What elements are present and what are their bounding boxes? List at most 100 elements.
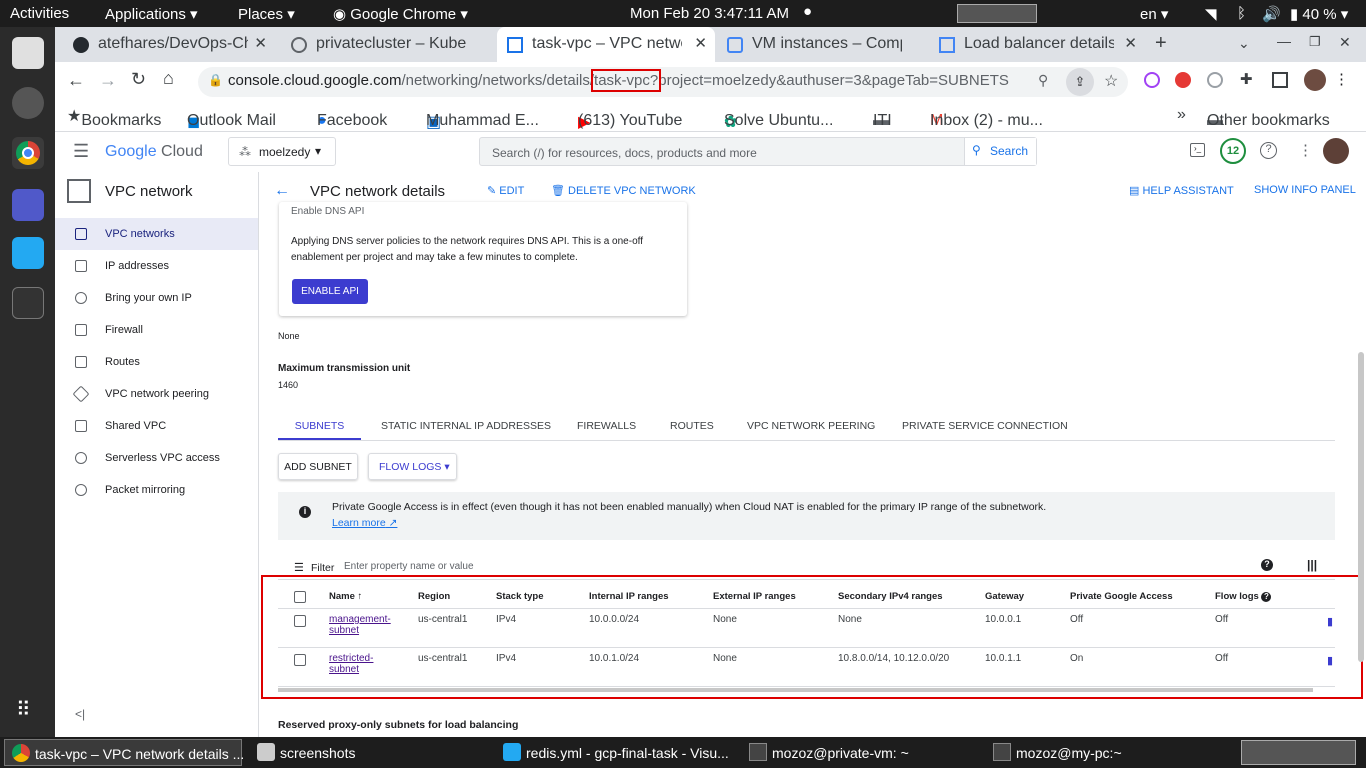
window-close-icon[interactable]: ✕ bbox=[1339, 34, 1351, 51]
close-icon[interactable]: ✕ bbox=[694, 34, 707, 52]
terminal-icon[interactable] bbox=[12, 287, 44, 319]
row-checkbox[interactable] bbox=[294, 654, 306, 666]
address-bar[interactable]: 🔒 console.cloud.google.com/networking/ne… bbox=[198, 67, 1128, 97]
taskbar-item-terminal-pc[interactable]: mozoz@my-pc:~ bbox=[986, 739, 1224, 766]
tab-load-balancer[interactable]: Load balancer details ✕ bbox=[929, 27, 1145, 62]
nav-item-peering[interactable]: VPC network peering bbox=[55, 378, 258, 410]
edit-button[interactable]: ✎ EDIT bbox=[487, 184, 524, 197]
enable-api-button[interactable]: ENABLE API bbox=[292, 279, 368, 304]
tab-search-icon[interactable]: ⌄ bbox=[1238, 35, 1250, 52]
delete-row-icon[interactable]: ▮ bbox=[1327, 615, 1333, 628]
places-menu[interactable]: Places ▾ bbox=[238, 5, 295, 23]
tab-routes[interactable]: ROUTES bbox=[670, 420, 714, 432]
minimize-icon[interactable]: — bbox=[1277, 33, 1291, 49]
teams-icon[interactable] bbox=[12, 189, 44, 221]
home-icon[interactable]: ⌂ bbox=[163, 68, 174, 89]
bookmark-manager[interactable]: ★ Bookmarks bbox=[67, 106, 161, 129]
subnet-name-link[interactable]: restricted-subnet bbox=[329, 653, 373, 675]
nav-item-serverless-vpc[interactable]: Serverless VPC access bbox=[55, 442, 258, 474]
show-apps-icon[interactable]: ⠿ bbox=[16, 697, 31, 722]
nav-item-firewall[interactable]: Firewall bbox=[55, 314, 258, 346]
hamburger-icon[interactable]: ☰ bbox=[73, 141, 89, 162]
taskbar-item-chrome[interactable]: task-vpc – VPC network details ... bbox=[4, 739, 244, 766]
help-assistant-button[interactable]: ▤ HELP ASSISTANT bbox=[1129, 184, 1234, 197]
delete-vpc-button[interactable]: 🗑 DELETE VPC NETWORK bbox=[551, 184, 696, 197]
col-secondary-ranges[interactable]: Secondary IPv4 ranges bbox=[838, 591, 943, 602]
flow-logs-dropdown[interactable]: FLOW LOGS ▾ bbox=[368, 453, 457, 480]
learn-more-link[interactable]: Learn more ↗ bbox=[332, 517, 397, 529]
chrome-icon[interactable] bbox=[12, 137, 44, 169]
nav-item-routes[interactable]: Routes bbox=[55, 346, 258, 378]
taskbar-item-files[interactable]: screenshots bbox=[250, 739, 488, 766]
bookmark-star-icon[interactable]: ☆ bbox=[1104, 71, 1118, 91]
tab-vpc-peering[interactable]: VPC NETWORK PEERING bbox=[747, 420, 875, 432]
add-subnet-button[interactable]: ADD SUBNET bbox=[278, 453, 358, 480]
applications-menu[interactable]: Applications ▾ bbox=[105, 5, 198, 23]
workspace-switcher[interactable] bbox=[957, 4, 1037, 23]
files-icon[interactable] bbox=[12, 37, 44, 69]
battery-indicator[interactable]: ▮ 40 % ▾ bbox=[1290, 5, 1348, 23]
maximize-icon[interactable]: ❐ bbox=[1309, 34, 1321, 50]
nav-item-byoip[interactable]: Bring your own IP bbox=[55, 282, 258, 314]
user-avatar[interactable] bbox=[1323, 138, 1349, 164]
tab-vm-instances[interactable]: VM instances – Comp bbox=[717, 27, 927, 62]
forward-icon[interactable]: → bbox=[99, 70, 117, 91]
extension-icon[interactable] bbox=[1144, 72, 1160, 88]
active-app-menu[interactable]: ◉ Google Chrome ▾ bbox=[333, 5, 468, 23]
row-checkbox[interactable] bbox=[294, 615, 306, 627]
column-display-icon[interactable]: ||| bbox=[1307, 558, 1317, 572]
globe-icon[interactable] bbox=[1207, 72, 1223, 88]
vscode-icon[interactable] bbox=[12, 237, 44, 269]
close-icon[interactable]: ✕ bbox=[1124, 34, 1137, 52]
clock[interactable]: Mon Feb 20 3:47:11 AM bbox=[630, 5, 789, 22]
zoom-icon[interactable]: ⚲ bbox=[1038, 72, 1048, 89]
notifications-badge[interactable]: 12 bbox=[1220, 138, 1246, 164]
help-icon[interactable]: ? bbox=[1261, 559, 1273, 571]
col-flow-logs[interactable]: Flow logs ? bbox=[1215, 591, 1272, 602]
col-external-ip[interactable]: External IP ranges bbox=[713, 591, 796, 602]
gc-search-bar[interactable]: Search (/) for resources, docs, products… bbox=[479, 137, 1037, 166]
nav-item-vpc-networks[interactable]: VPC networks bbox=[55, 218, 258, 250]
tab-firewalls[interactable]: FIREWALLS bbox=[577, 420, 636, 432]
back-arrow-icon[interactable]: ← bbox=[274, 182, 290, 200]
col-region[interactable]: Region bbox=[418, 591, 450, 602]
search-button[interactable]: ⚲ Search bbox=[964, 138, 1036, 165]
sidepanel-icon[interactable] bbox=[1272, 72, 1288, 88]
puzzle-icon[interactable]: ✚ bbox=[1240, 70, 1253, 88]
tab-privatecluster[interactable]: privatecluster – Kube bbox=[281, 27, 493, 62]
more-menu-icon[interactable]: ⋮ bbox=[1298, 141, 1313, 159]
project-selector[interactable]: ⁂ moelzedy ▾ bbox=[228, 137, 336, 166]
bookmarks-overflow[interactable]: » bbox=[1177, 106, 1186, 124]
col-name[interactable]: Name ↑ bbox=[329, 591, 362, 602]
filter-input[interactable]: Enter property name or value bbox=[344, 561, 474, 572]
nav-item-shared-vpc[interactable]: Shared VPC bbox=[55, 410, 258, 442]
help-icon[interactable]: ? bbox=[1260, 142, 1277, 159]
close-icon[interactable]: ✕ bbox=[254, 34, 267, 52]
activities-button[interactable]: Activities bbox=[10, 5, 69, 22]
tab-subnets[interactable]: SUBNETS bbox=[278, 407, 361, 440]
subnet-name-link[interactable]: management-subnet bbox=[329, 614, 391, 636]
tab-private-service-connection[interactable]: PRIVATE SERVICE CONNECTION bbox=[902, 420, 1068, 432]
collapse-nav-icon[interactable]: <| bbox=[75, 707, 85, 721]
delete-row-icon[interactable]: ▮ bbox=[1327, 654, 1333, 667]
taskbar-item-terminal-vm[interactable]: mozoz@private-vm: ~ bbox=[742, 739, 980, 766]
select-all-checkbox[interactable] bbox=[294, 591, 306, 603]
settings-icon[interactable] bbox=[12, 87, 44, 119]
tab-static-ips[interactable]: STATIC INTERNAL IP ADDRESSES bbox=[381, 420, 551, 432]
page-scrollbar[interactable] bbox=[1358, 352, 1364, 662]
new-tab-icon[interactable]: + bbox=[1155, 32, 1167, 55]
col-private-google-access[interactable]: Private Google Access bbox=[1070, 591, 1173, 602]
nav-item-packet-mirroring[interactable]: Packet mirroring bbox=[55, 474, 258, 506]
workspace-switcher[interactable] bbox=[1241, 740, 1356, 765]
col-gateway[interactable]: Gateway bbox=[985, 591, 1024, 602]
adblock-icon[interactable] bbox=[1175, 72, 1191, 88]
cloud-shell-icon[interactable]: ›_ bbox=[1190, 143, 1205, 157]
reload-icon[interactable]: ↻ bbox=[131, 69, 146, 90]
nav-item-ip-addresses[interactable]: IP addresses bbox=[55, 250, 258, 282]
back-icon[interactable]: ← bbox=[67, 70, 85, 91]
language-indicator[interactable]: en ▾ bbox=[1140, 5, 1168, 23]
show-info-panel-button[interactable]: SHOW INFO PANEL bbox=[1254, 184, 1356, 196]
menu-kebab-icon[interactable]: ⋮ bbox=[1334, 70, 1349, 88]
tab-github[interactable]: atefhares/DevOps-Ch ✕ bbox=[63, 27, 275, 62]
horizontal-scrollbar[interactable] bbox=[278, 688, 1313, 692]
